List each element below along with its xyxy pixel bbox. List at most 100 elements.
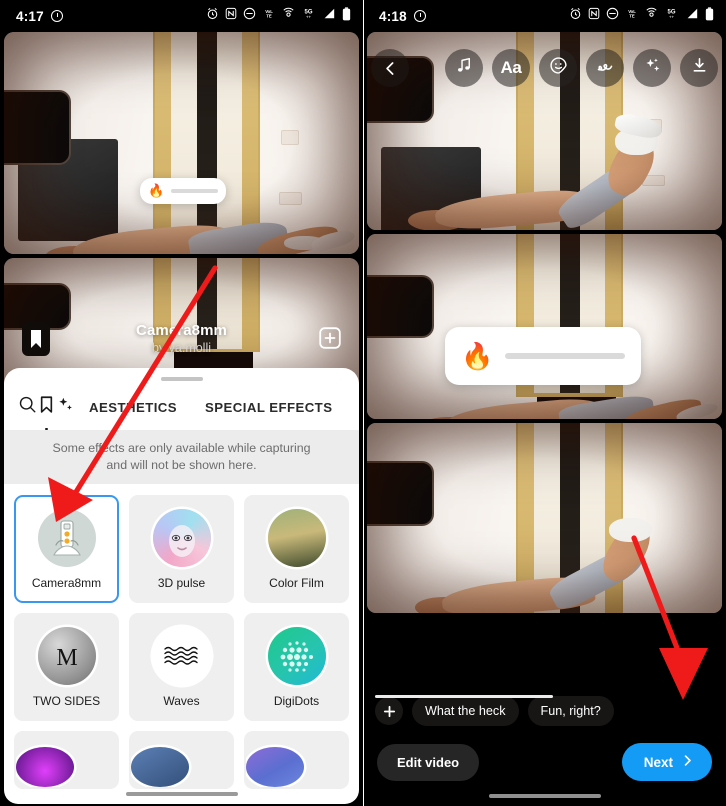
effect-label: Color Film bbox=[269, 575, 324, 590]
bookmark-icon[interactable] bbox=[22, 322, 50, 356]
clock-icon bbox=[413, 10, 426, 22]
effect-card-camera8mm[interactable]: Camera8mm bbox=[14, 495, 119, 603]
effects-availability-notice: Some effects are only available while ca… bbox=[4, 430, 359, 484]
effect-attribution: Camera8mm by ya.molli bbox=[0, 322, 363, 355]
tab-saved[interactable] bbox=[37, 387, 56, 431]
loading-progress-bar bbox=[171, 189, 218, 193]
nfc-icon bbox=[588, 7, 600, 25]
status-right: VoL TE 5G ++ bbox=[569, 6, 714, 26]
svg-text:++: ++ bbox=[306, 14, 312, 19]
5g-icon: 5G ++ bbox=[664, 7, 679, 25]
right-status-bar: 4:18 VoL TE 5G ++ bbox=[363, 0, 726, 32]
effect-loading-pill: 🔥 bbox=[140, 178, 226, 204]
effect-thumbnail bbox=[152, 626, 211, 685]
next-label: Next bbox=[643, 754, 673, 770]
loading-progress-bar bbox=[505, 353, 625, 359]
video-clip-1[interactable] bbox=[4, 32, 359, 254]
left-phone-screen: 🔥 Camera8mm by ya.molli AESTHETICS SPECI… bbox=[0, 0, 363, 806]
home-indicator bbox=[125, 792, 238, 796]
status-right: VoL TE 5G ++ bbox=[206, 6, 351, 26]
search-icon bbox=[18, 395, 37, 419]
alarm-icon bbox=[206, 7, 219, 25]
left-status-bar: 4:17 VoL TE 5G ++ bbox=[0, 0, 363, 32]
effects-button[interactable] bbox=[633, 49, 671, 87]
video-scene bbox=[367, 423, 722, 613]
alarm-icon bbox=[569, 7, 582, 25]
tab-special-effects[interactable]: SPECIAL EFFECTS bbox=[191, 392, 346, 426]
effect-card-color-film[interactable]: Color Film bbox=[244, 495, 349, 603]
volte-icon: VoL TE bbox=[262, 7, 276, 25]
download-icon bbox=[690, 56, 709, 80]
effect-thumbnail bbox=[152, 508, 211, 567]
effect-card-partial-2[interactable] bbox=[129, 731, 234, 789]
athlete-sock bbox=[608, 518, 652, 543]
effect-author: by ya.molli bbox=[151, 341, 212, 355]
video-scene bbox=[4, 32, 359, 254]
hotspot-icon bbox=[645, 7, 658, 25]
tab-aesthetics[interactable]: AESTHETICS bbox=[75, 392, 191, 426]
athlete-figure bbox=[381, 103, 715, 230]
effect-thumbnail bbox=[131, 747, 189, 787]
svg-text:TE: TE bbox=[629, 14, 635, 19]
right-phone-screen: 🔥 Aa What the heck Fun, right? Edit vide… bbox=[363, 0, 726, 806]
svg-text:M: M bbox=[56, 645, 77, 671]
next-button[interactable]: Next bbox=[621, 743, 712, 781]
save-effect-icon[interactable] bbox=[319, 327, 341, 349]
text-button[interactable]: Aa bbox=[492, 49, 530, 87]
status-time: 4:18 bbox=[379, 8, 407, 24]
clock-icon bbox=[50, 10, 63, 22]
sticker-button[interactable] bbox=[539, 49, 577, 87]
sparkles-icon bbox=[643, 56, 662, 80]
effects-bottom-sheet: AESTHETICS SPECIAL EFFECTS Some effects … bbox=[4, 368, 359, 804]
fire-emoji: 🔥 bbox=[461, 340, 494, 371]
caption-suggestions-row: What the heck Fun, right? bbox=[363, 696, 726, 726]
athlete-figure bbox=[388, 491, 722, 613]
squiggle-draw-icon bbox=[595, 56, 615, 81]
chevron-right-icon bbox=[681, 754, 694, 770]
status-time: 4:17 bbox=[16, 8, 44, 24]
dnd-icon bbox=[243, 7, 256, 25]
status-left: 4:18 bbox=[379, 9, 426, 24]
editor-toolbar: Aa bbox=[363, 40, 726, 96]
effect-card-3d-pulse[interactable]: 3D pulse bbox=[129, 495, 234, 603]
effect-title: Camera8mm bbox=[136, 322, 227, 339]
edit-video-button[interactable]: Edit video bbox=[377, 743, 480, 781]
music-button[interactable] bbox=[445, 49, 483, 87]
dnd-icon bbox=[606, 7, 619, 25]
video-clip-3[interactable] bbox=[367, 423, 722, 613]
battery-icon bbox=[705, 6, 714, 26]
effect-label: Camera8mm bbox=[31, 575, 102, 590]
music-note-icon bbox=[455, 56, 474, 80]
left-phone-screenshot: 🔥 Camera8mm by ya.molli AESTHETICS SPECI… bbox=[0, 0, 363, 806]
tab-sparkle[interactable] bbox=[56, 387, 75, 430]
effect-card-digidots[interactable]: DigiDots bbox=[244, 613, 349, 721]
video-progress-bar[interactable] bbox=[375, 695, 553, 698]
volte-icon: VoL TE bbox=[625, 7, 639, 25]
effect-card-two-sides[interactable]: M TWO SIDES bbox=[14, 613, 119, 721]
tab-search[interactable] bbox=[18, 387, 37, 430]
download-button[interactable] bbox=[680, 49, 718, 87]
signal-icon bbox=[685, 7, 699, 25]
battery-icon bbox=[342, 6, 351, 26]
status-left: 4:17 bbox=[16, 9, 63, 24]
effect-label: 3D pulse bbox=[157, 575, 206, 590]
effect-thumbnail bbox=[267, 626, 326, 685]
home-indicator bbox=[488, 794, 601, 798]
effect-card-partial-1[interactable] bbox=[14, 731, 119, 789]
bookmark-icon bbox=[37, 395, 56, 419]
effect-card-partial-3[interactable] bbox=[244, 731, 349, 789]
effect-thumbnail: M bbox=[37, 626, 96, 685]
5g-icon: 5G ++ bbox=[301, 7, 316, 25]
effects-grid: Camera8mm 3D pulse Color Film M TWO SIDE… bbox=[4, 484, 359, 804]
caption-chip-1[interactable]: What the heck bbox=[412, 696, 519, 726]
effect-label: Waves bbox=[163, 693, 200, 708]
draw-button[interactable] bbox=[586, 49, 624, 87]
effect-label: DigiDots bbox=[273, 693, 320, 708]
fire-emoji: 🔥 bbox=[148, 183, 165, 198]
effect-card-waves[interactable]: Waves bbox=[129, 613, 234, 721]
hotspot-icon bbox=[282, 7, 295, 25]
caption-chip-2[interactable]: Fun, right? bbox=[527, 696, 614, 726]
effect-thumbnail bbox=[37, 508, 96, 567]
add-caption-button[interactable] bbox=[375, 697, 403, 725]
back-button[interactable] bbox=[371, 49, 409, 87]
